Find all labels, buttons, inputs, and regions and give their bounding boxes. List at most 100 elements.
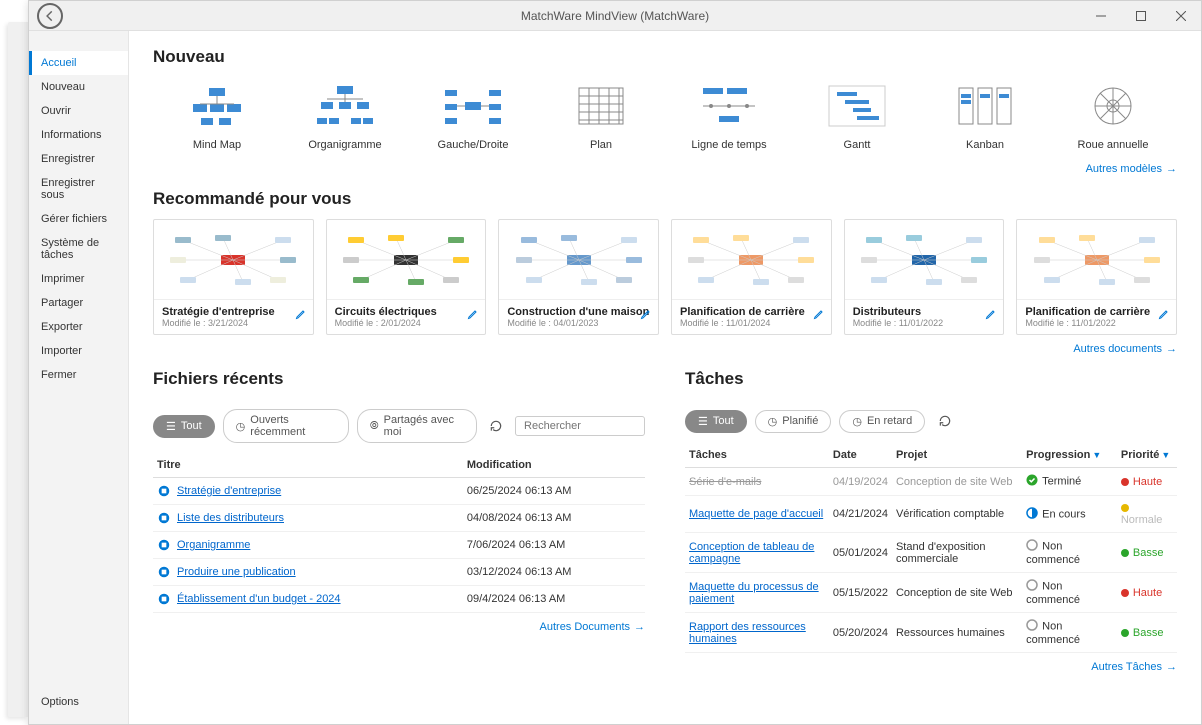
sidebar-item-système-de-tâches[interactable]: Système de tâches [29,231,128,267]
more-documents-link[interactable]: Autres Documents → [540,621,645,633]
recommended-card[interactable]: Stratégie d'entrepriseModifié le : 3/21/… [153,219,314,335]
sort-desc-icon: ▼ [1092,450,1101,460]
task-link[interactable]: Maquette de page d'accueil [689,508,823,520]
task-link[interactable]: Conception de tableau de campagne [689,541,814,565]
recent-files-table: Titre Modification Stratégie d'entrepris… [153,453,645,613]
task-link[interactable]: Rapport des ressources humaines [689,621,806,645]
template-thumb-icon [1078,81,1148,131]
sidebar-item-ouvrir[interactable]: Ouvrir [29,99,128,123]
more-tasks-link[interactable]: Autres Tâches → [1091,661,1177,673]
col-priority[interactable]: Priorité▼ [1117,443,1177,468]
file-link[interactable]: Organigramme [177,539,250,551]
template-label: Gantt [844,139,871,151]
other-templates-link[interactable]: Autres modèles → [1086,163,1177,175]
sidebar-item-enregistrer-sous[interactable]: Enregistrer sous [29,171,128,207]
sidebar: AccueilNouveauOuvrirInformationsEnregist… [29,31,129,724]
edit-icon[interactable] [985,308,997,323]
recommended-card[interactable]: Planification de carrièreModifié le : 11… [671,219,832,335]
tasks-refresh-button[interactable] [933,409,957,433]
task-link[interactable]: Maquette du processus de paiement [689,581,819,605]
task-priority: Haute [1117,468,1177,496]
table-row[interactable]: Stratégie d'entreprise 06/25/2024 06:13 A… [153,478,645,505]
table-row[interactable]: Maquette de page d'accueil04/21/2024Véri… [685,496,1177,533]
sidebar-item-informations[interactable]: Informations [29,123,128,147]
col-project[interactable]: Projet [892,443,1022,468]
card-thumbnail [845,220,1004,299]
template-plan[interactable]: Plan [537,77,665,155]
template-ligne-de-temps[interactable]: Ligne de temps [665,77,793,155]
edit-icon[interactable] [1158,308,1170,323]
priority-dot-icon [1121,629,1129,637]
col-modified[interactable]: Modification [463,453,645,478]
template-mind-map[interactable]: Mind Map [153,77,281,155]
card-subtitle: Modifié le : 04/01/2023 [507,318,650,328]
sidebar-item-importer[interactable]: Importer [29,339,128,363]
sidebar-item-accueil[interactable]: Accueil [29,51,128,75]
sidebar-item-enregistrer[interactable]: Enregistrer [29,147,128,171]
recommended-card[interactable]: Planification de carrièreModifié le : 11… [1016,219,1177,335]
filter-shared[interactable]: ⦾ Partagés avec moi [357,409,478,443]
close-button[interactable] [1161,1,1201,31]
template-gauche-droite[interactable]: Gauche/Droite [409,77,537,155]
list-icon: ☰ [166,420,176,433]
filter-recently-opened[interactable]: ◷ Ouverts récemment [223,409,349,443]
clock-icon: ◷ [768,415,778,428]
task-status: En cours [1022,496,1117,533]
template-roue-annuelle[interactable]: Roue annuelle [1049,77,1177,155]
edit-icon[interactable] [467,308,479,323]
col-title[interactable]: Titre [153,453,463,478]
task-filter-all[interactable]: ☰ Tout [685,410,747,433]
task-status: Non commencé [1022,533,1117,573]
filter-all[interactable]: ☰ Tout [153,415,215,438]
template-thumb-icon [438,81,508,131]
minimize-button[interactable] [1081,1,1121,31]
col-date[interactable]: Date [829,443,892,468]
table-row[interactable]: Produire une publication03/12/2024 06:13… [153,559,645,586]
file-link[interactable]: Stratégie d'entreprise [177,485,281,497]
back-button[interactable] [37,3,63,29]
file-link[interactable]: Liste des distributeurs [177,512,284,524]
recommended-card[interactable]: DistributeursModifié le : 11/01/2022 [844,219,1005,335]
sidebar-item-partager[interactable]: Partager [29,291,128,315]
maximize-button[interactable] [1121,1,1161,31]
table-row[interactable]: Organigramme7/06/2024 06:13 AM [153,532,645,559]
card-title: Planification de carrière [680,306,823,318]
task-filter-late[interactable]: ◷ En retard [839,410,925,433]
sidebar-item-exporter[interactable]: Exporter [29,315,128,339]
card-title: Circuits électriques [335,306,478,318]
other-documents-link[interactable]: Autres documents → [1073,343,1177,355]
search-box[interactable] [515,416,645,436]
sidebar-item-options[interactable]: Options [29,690,128,714]
arrow-right-icon: → [1166,343,1177,355]
arrow-right-icon: → [1166,163,1177,175]
edit-icon[interactable] [640,308,652,323]
file-link[interactable]: Produire une publication [177,566,296,578]
refresh-button[interactable] [485,414,507,438]
file-modified: 06/25/2024 06:13 AM [463,478,645,505]
edit-icon[interactable] [295,308,307,323]
template-kanban[interactable]: Kanban [921,77,1049,155]
template-gantt[interactable]: Gantt [793,77,921,155]
recommended-card[interactable]: Construction d'une maisonModifié le : 04… [498,219,659,335]
recommended-card[interactable]: Circuits électriquesModifié le : 2/01/20… [326,219,487,335]
file-link[interactable]: Établissement d'un budget - 2024 [177,593,341,605]
task-filter-planned[interactable]: ◷ Planifié [755,410,832,433]
template-organigramme[interactable]: Organigramme [281,77,409,155]
table-row[interactable]: Série d'e-mails04/19/2024Conception de s… [685,468,1177,496]
table-row[interactable]: Établissement d'un budget - 202409/4/202… [153,586,645,613]
col-progress[interactable]: Progression▼ [1022,443,1117,468]
table-row[interactable]: Conception de tableau de campagne05/01/2… [685,533,1177,573]
status-icon [1026,477,1038,489]
table-row[interactable]: Maquette du processus de paiement05/15/2… [685,573,1177,613]
edit-icon[interactable] [813,308,825,323]
sidebar-item-nouveau[interactable]: Nouveau [29,75,128,99]
app-window: MatchWare MindView (MatchWare) AccueilNo… [28,0,1202,725]
sidebar-item-imprimer[interactable]: Imprimer [29,267,128,291]
table-row[interactable]: Liste des distributeurs04/08/2024 06:13 … [153,505,645,532]
col-task[interactable]: Tâches [685,443,829,468]
sidebar-item-gérer-fichiers[interactable]: Gérer fichiers [29,207,128,231]
sidebar-item-fermer[interactable]: Fermer [29,363,128,387]
search-input[interactable] [524,420,666,432]
task-link[interactable]: Série d'e-mails [689,476,761,488]
table-row[interactable]: Rapport des ressources humaines05/20/202… [685,613,1177,653]
